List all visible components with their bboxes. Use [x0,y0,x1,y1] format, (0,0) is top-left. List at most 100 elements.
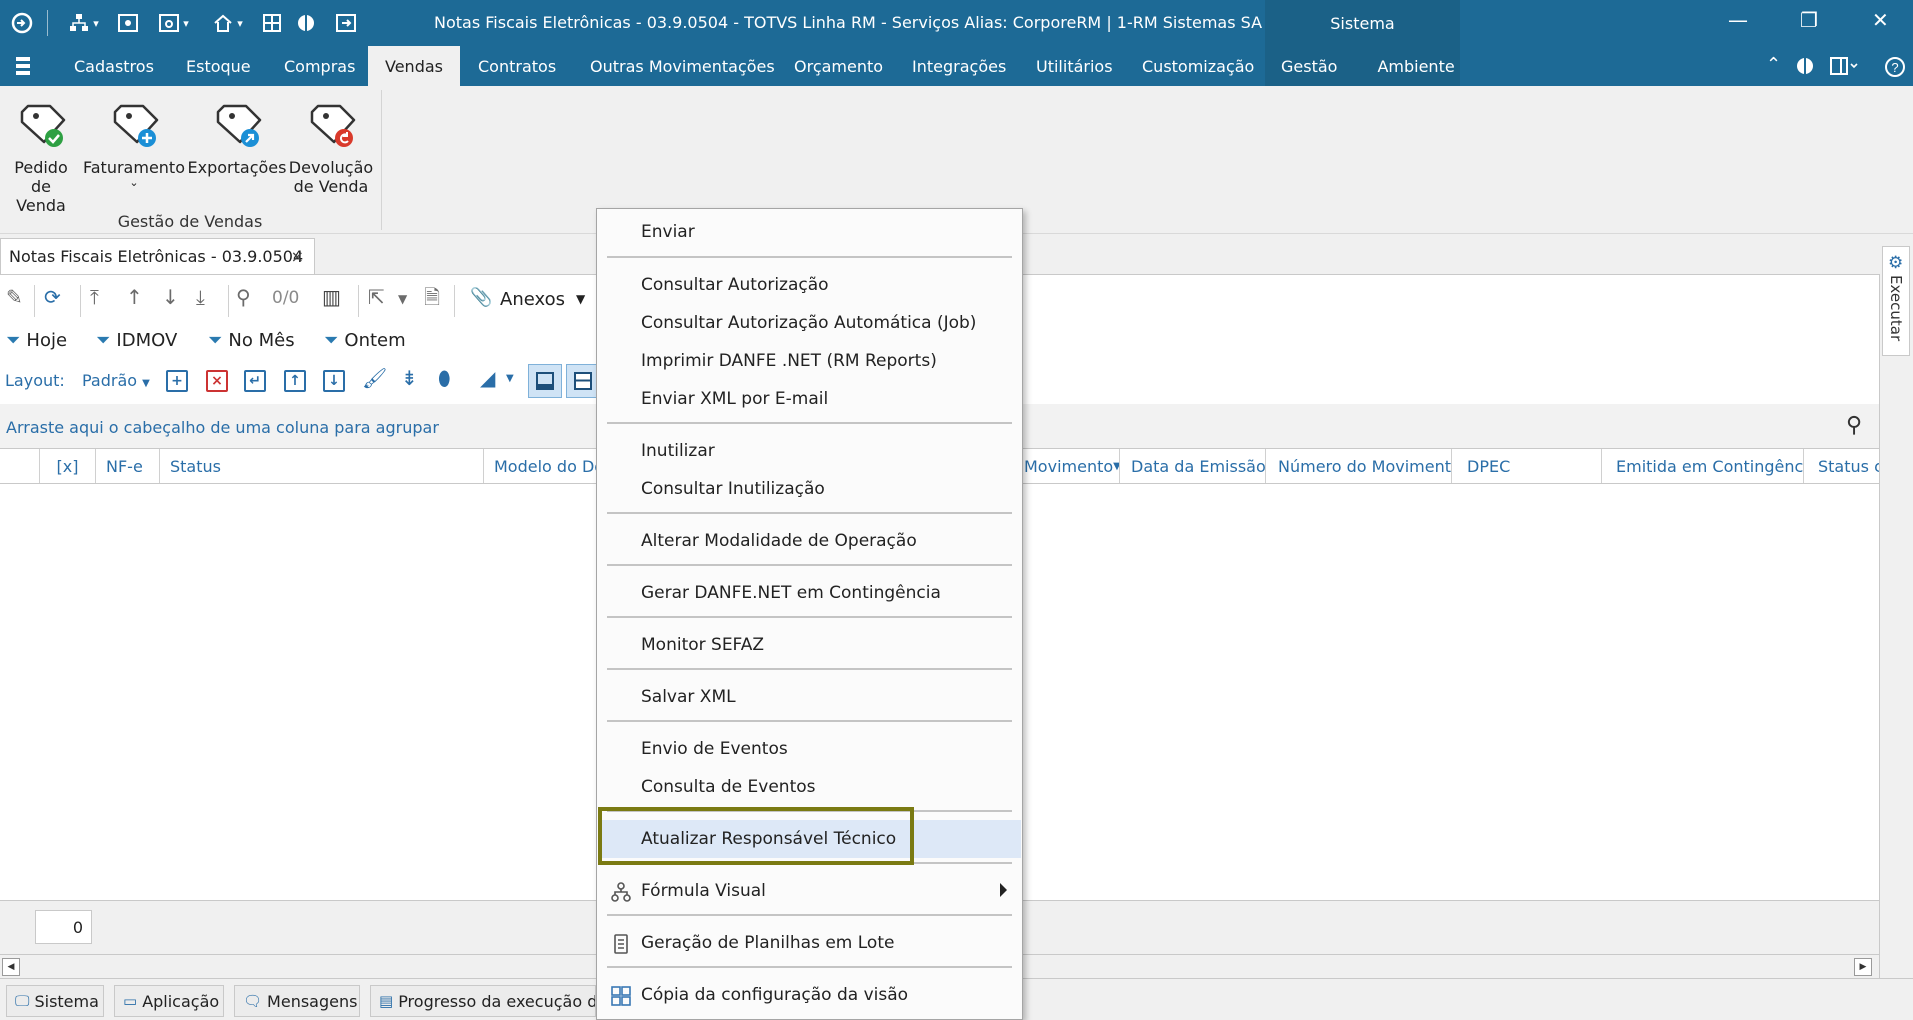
search-icon[interactable]: ⚲ [236,287,251,307]
menu-vendas[interactable]: Vendas [368,46,460,86]
status-tab-sistema[interactable]: 🖵 Sistema [6,985,104,1017]
menu-item-imprimir-danfe[interactable]: Imprimir DANFE .NET (RM Reports) [598,342,1021,380]
settings-window-icon[interactable]: ▾ [152,9,196,37]
menu-ambiente[interactable]: Ambiente [1377,57,1454,76]
document-tab[interactable]: Notas Fiscais Eletrônicas - 03.9.0504 × [0,238,315,274]
menu-compras[interactable]: Compras [270,46,369,86]
anexos-button[interactable]: Anexos [500,289,565,310]
edit-pencil-icon[interactable]: ✎ [6,287,23,307]
search-icon[interactable]: ⚲ [1846,413,1862,438]
menu-item-consultar-autorizacao[interactable]: Consultar Autorização [598,266,1021,304]
menu-gestao[interactable]: Gestão Ambiente [1265,46,1460,86]
filter-dropdown-icon[interactable]: ▼ [1113,461,1119,472]
panel-split-toggle[interactable] [566,364,600,398]
save-layout-icon[interactable]: ↵ [244,370,266,392]
collapse-ribbon-icon[interactable]: ⌃ [1766,56,1781,74]
menu-item-enviar-xml-email[interactable]: Enviar XML por E-mail [598,380,1021,418]
menu-item-consulta-eventos[interactable]: Consulta de Eventos [598,768,1021,806]
column-select[interactable]: [x] [40,449,96,483]
column-emitida-contingencia[interactable]: Emitida em Contingência [1602,449,1804,483]
status-tab-mensagens[interactable]: 🗨 Mensagens [234,985,360,1017]
column-data-emissao[interactable]: Data da Emissão [1120,449,1266,483]
previous-record-icon[interactable]: ↑ [126,287,143,307]
layout-icon[interactable] [1830,56,1858,80]
help-globe-icon[interactable] [294,9,318,37]
next-record-icon[interactable]: ↓ [162,287,179,307]
panel-bottom-toggle[interactable] [528,364,562,398]
menu-customizacao[interactable]: Customização [1128,46,1268,86]
menu-item-consultar-inutilizacao[interactable]: Consultar Inutilização [598,470,1021,508]
scroll-right-icon[interactable]: ▶ [1854,958,1872,976]
filter-idmov[interactable]: ⏷ IDMOV [96,330,177,351]
anexos-dropdown-icon[interactable]: ▼ [576,293,585,305]
minimize-button[interactable]: — [1728,10,1748,30]
menu-orcamento[interactable]: Orçamento [780,46,897,86]
restore-button[interactable]: ❐ [1800,10,1818,30]
sistema-tab[interactable]: Sistema [1265,0,1460,46]
pedido-de-venda-button[interactable]: Pedido de Venda [6,100,76,215]
faturamento-button[interactable]: Faturamento ⌄ [83,100,185,189]
menu-item-atualizar-responsavel-tecnico[interactable]: Atualizar Responsável Técnico [598,820,1021,858]
filter-no-mes[interactable]: ⏷ No Mês [208,330,295,351]
column-modelo[interactable]: Modelo do Do [484,449,604,483]
exit-icon[interactable] [334,9,358,37]
menu-estoque[interactable]: Estoque [172,46,265,86]
home-icon[interactable]: ▾ [206,9,250,37]
delete-layout-icon[interactable]: × [206,370,228,392]
menu-item-copia-configuracao[interactable]: Cópia da configuração da visão [598,976,1021,1014]
download-layout-icon[interactable]: ↓ [323,370,345,392]
help-icon[interactable]: ? [1884,56,1906,82]
menu-item-monitor-sefaz[interactable]: Monitor SEFAZ [598,626,1021,664]
column-nfe[interactable]: NF-e [96,449,160,483]
column-numero-movimento[interactable]: Número do Movimento [1266,449,1452,483]
filter-hoje[interactable]: ⏷ Hoje [6,330,67,351]
exportacoes-button[interactable]: Exportações [188,100,286,177]
export-dropdown-icon[interactable]: ▼ [398,293,407,305]
globe-icon[interactable] [1795,56,1815,80]
menu-item-gerar-danfe-contingencia[interactable]: Gerar DANFE.NET em Contingência [598,574,1021,612]
menu-cadastros[interactable]: Cadastros [60,46,168,86]
chart-icon[interactable]: ◢ [480,368,495,388]
filter-ontem[interactable]: ⏷ Ontem [324,330,406,351]
status-tab-progresso[interactable]: ▤ Progresso da execução do [370,985,596,1017]
menu-item-inutilizar[interactable]: Inutilizar [598,432,1021,470]
column-dpec[interactable]: DPEC [1452,449,1602,483]
grid-icon[interactable] [260,9,284,37]
close-button[interactable]: ✕ [1872,10,1889,30]
refresh-icon[interactable]: ⟳ [44,287,61,307]
app-logo-icon[interactable] [8,9,36,37]
faturamento-dropdown-icon[interactable]: ⌄ [129,177,138,189]
menu-item-geracao-planilhas[interactable]: Geração de Planilhas em Lote [598,924,1021,962]
tab-close-icon[interactable]: × [291,247,304,266]
document-icon[interactable]: 🗎 [424,287,440,307]
menu-item-envio-eventos[interactable]: Envio de Eventos [598,730,1021,768]
menu-outras-movimentacoes[interactable]: Outras Movimentações [576,46,789,86]
menu-toggle-icon[interactable] [12,55,36,77]
column-status-c[interactable]: Status c [1804,449,1879,483]
pin-icon[interactable]: ⇟ [401,368,418,388]
hierarchy-icon[interactable]: ▾ [62,9,106,37]
menu-item-consultar-autorizacao-job[interactable]: Consultar Autorização Automática (Job) [598,304,1021,342]
paint-format-icon[interactable]: 🖌 [362,368,387,388]
first-record-icon[interactable]: ⤒ [90,287,99,307]
export-icon[interactable]: ⇱ [368,287,385,307]
devolucao-de-venda-button[interactable]: Devolução de Venda [289,100,373,196]
add-layout-icon[interactable]: + [166,370,188,392]
scroll-left-icon[interactable]: ◀ [2,958,20,976]
column-status[interactable]: Status [160,449,484,483]
menu-item-formula-visual[interactable]: Fórmula Visual [598,872,1021,910]
menu-item-enviar[interactable]: Enviar [598,213,1021,251]
menu-item-alterar-modalidade[interactable]: Alterar Modalidade de Operação [598,522,1021,560]
menu-integracoes[interactable]: Integrações [898,46,1020,86]
status-tab-aplicacao[interactable]: ▭ Aplicação [114,985,224,1017]
menu-item-salvar-xml[interactable]: Salvar XML [598,678,1021,716]
upload-layout-icon[interactable]: ↑ [284,370,306,392]
chart-dropdown-icon[interactable]: ▼ [506,374,514,384]
menu-utilitarios[interactable]: Utilitários [1022,46,1127,86]
view-icon[interactable] [116,9,140,37]
column-movimento[interactable]: Movimento▼ [1012,449,1120,483]
menu-contratos[interactable]: Contratos [464,46,570,86]
tag-icon[interactable]: ⬮ [438,368,451,388]
last-record-icon[interactable]: ⤓ [196,287,205,307]
columns-icon[interactable]: ▥ [322,287,341,307]
